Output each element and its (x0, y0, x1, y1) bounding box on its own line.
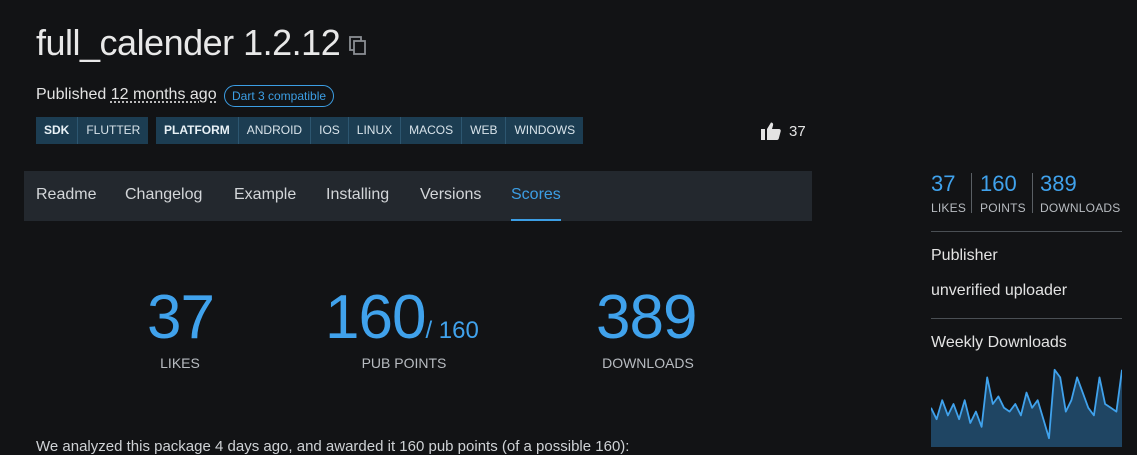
published-date: 12 months ago (110, 86, 217, 103)
tab-readme[interactable]: Readme (36, 171, 96, 221)
like-count: 37 (789, 122, 806, 140)
dart3-compatible-badge[interactable]: Dart 3 compatible (224, 85, 335, 107)
tag-ios[interactable]: IOS (310, 117, 348, 144)
platform-tags: PLATFORM ANDROID IOS LINUX MACOS WEB WIN… (156, 117, 584, 144)
sidebar-downloads: 389 DOWNLOADS (1040, 171, 1120, 215)
downloads-label: DOWNLOADS (602, 355, 694, 371)
package-title: full_calender 1.2.12 (36, 22, 341, 63)
sidebar-downloads-label: DOWNLOADS (1040, 201, 1121, 215)
sidebar-likes-label: LIKES (931, 201, 967, 215)
tag-linux[interactable]: LINUX (347, 117, 400, 144)
tag-sdk[interactable]: SDK (36, 117, 77, 144)
pub-points-label: PUB POINTS (361, 355, 447, 371)
thumb-up-icon (761, 122, 781, 140)
tag-windows[interactable]: WINDOWS (505, 117, 583, 144)
tab-scores[interactable]: Scores (511, 171, 561, 221)
published-info: Published 12 months ago (36, 86, 217, 104)
published-prefix: Published (36, 86, 107, 103)
likes-score: 37 (147, 283, 215, 352)
sidebar-likes-value: 37 (931, 171, 956, 196)
tag-macos[interactable]: MACOS (400, 117, 461, 144)
stat-divider (1032, 173, 1033, 213)
sidebar-points-label: POINTS (980, 201, 1026, 215)
likes-label: LIKES (160, 355, 200, 371)
tab-versions[interactable]: Versions (420, 171, 481, 221)
pub-points-max: / 160 (425, 317, 479, 344)
copy-icon[interactable] (349, 36, 367, 56)
weekly-downloads-heading: Weekly Downloads (931, 334, 1067, 351)
tab-example[interactable]: Example (234, 171, 296, 221)
sdk-tags: SDK FLUTTER (36, 117, 149, 144)
sidebar-points-value: 160 (980, 171, 1017, 196)
weekly-downloads-chart (931, 368, 1122, 447)
tag-flutter[interactable]: FLUTTER (77, 117, 148, 144)
sidebar-divider (931, 318, 1122, 319)
downloads-score: 389 (596, 283, 697, 352)
publisher-heading: Publisher (931, 247, 998, 264)
stat-divider (971, 173, 972, 213)
tab-changelog[interactable]: Changelog (125, 171, 202, 221)
sidebar-downloads-value: 389 (1040, 171, 1077, 196)
pub-points-score: 160/ 160 (325, 282, 479, 353)
sidebar-likes: 37 LIKES (931, 171, 966, 215)
like-button[interactable]: 37 (761, 122, 806, 140)
tab-bar: Readme Changelog Example Installing Vers… (24, 171, 812, 221)
sidebar-points: 160 POINTS (980, 171, 1026, 215)
publisher-value[interactable]: unverified uploader (931, 282, 1067, 300)
sidebar-divider (931, 231, 1122, 232)
tag-android[interactable]: ANDROID (237, 117, 310, 144)
pub-points-value: 160 (325, 283, 426, 352)
tag-platform[interactable]: PLATFORM (156, 117, 238, 144)
tab-installing[interactable]: Installing (326, 171, 389, 221)
weekly-downloads-area (931, 369, 1122, 447)
tag-web[interactable]: WEB (461, 117, 505, 144)
